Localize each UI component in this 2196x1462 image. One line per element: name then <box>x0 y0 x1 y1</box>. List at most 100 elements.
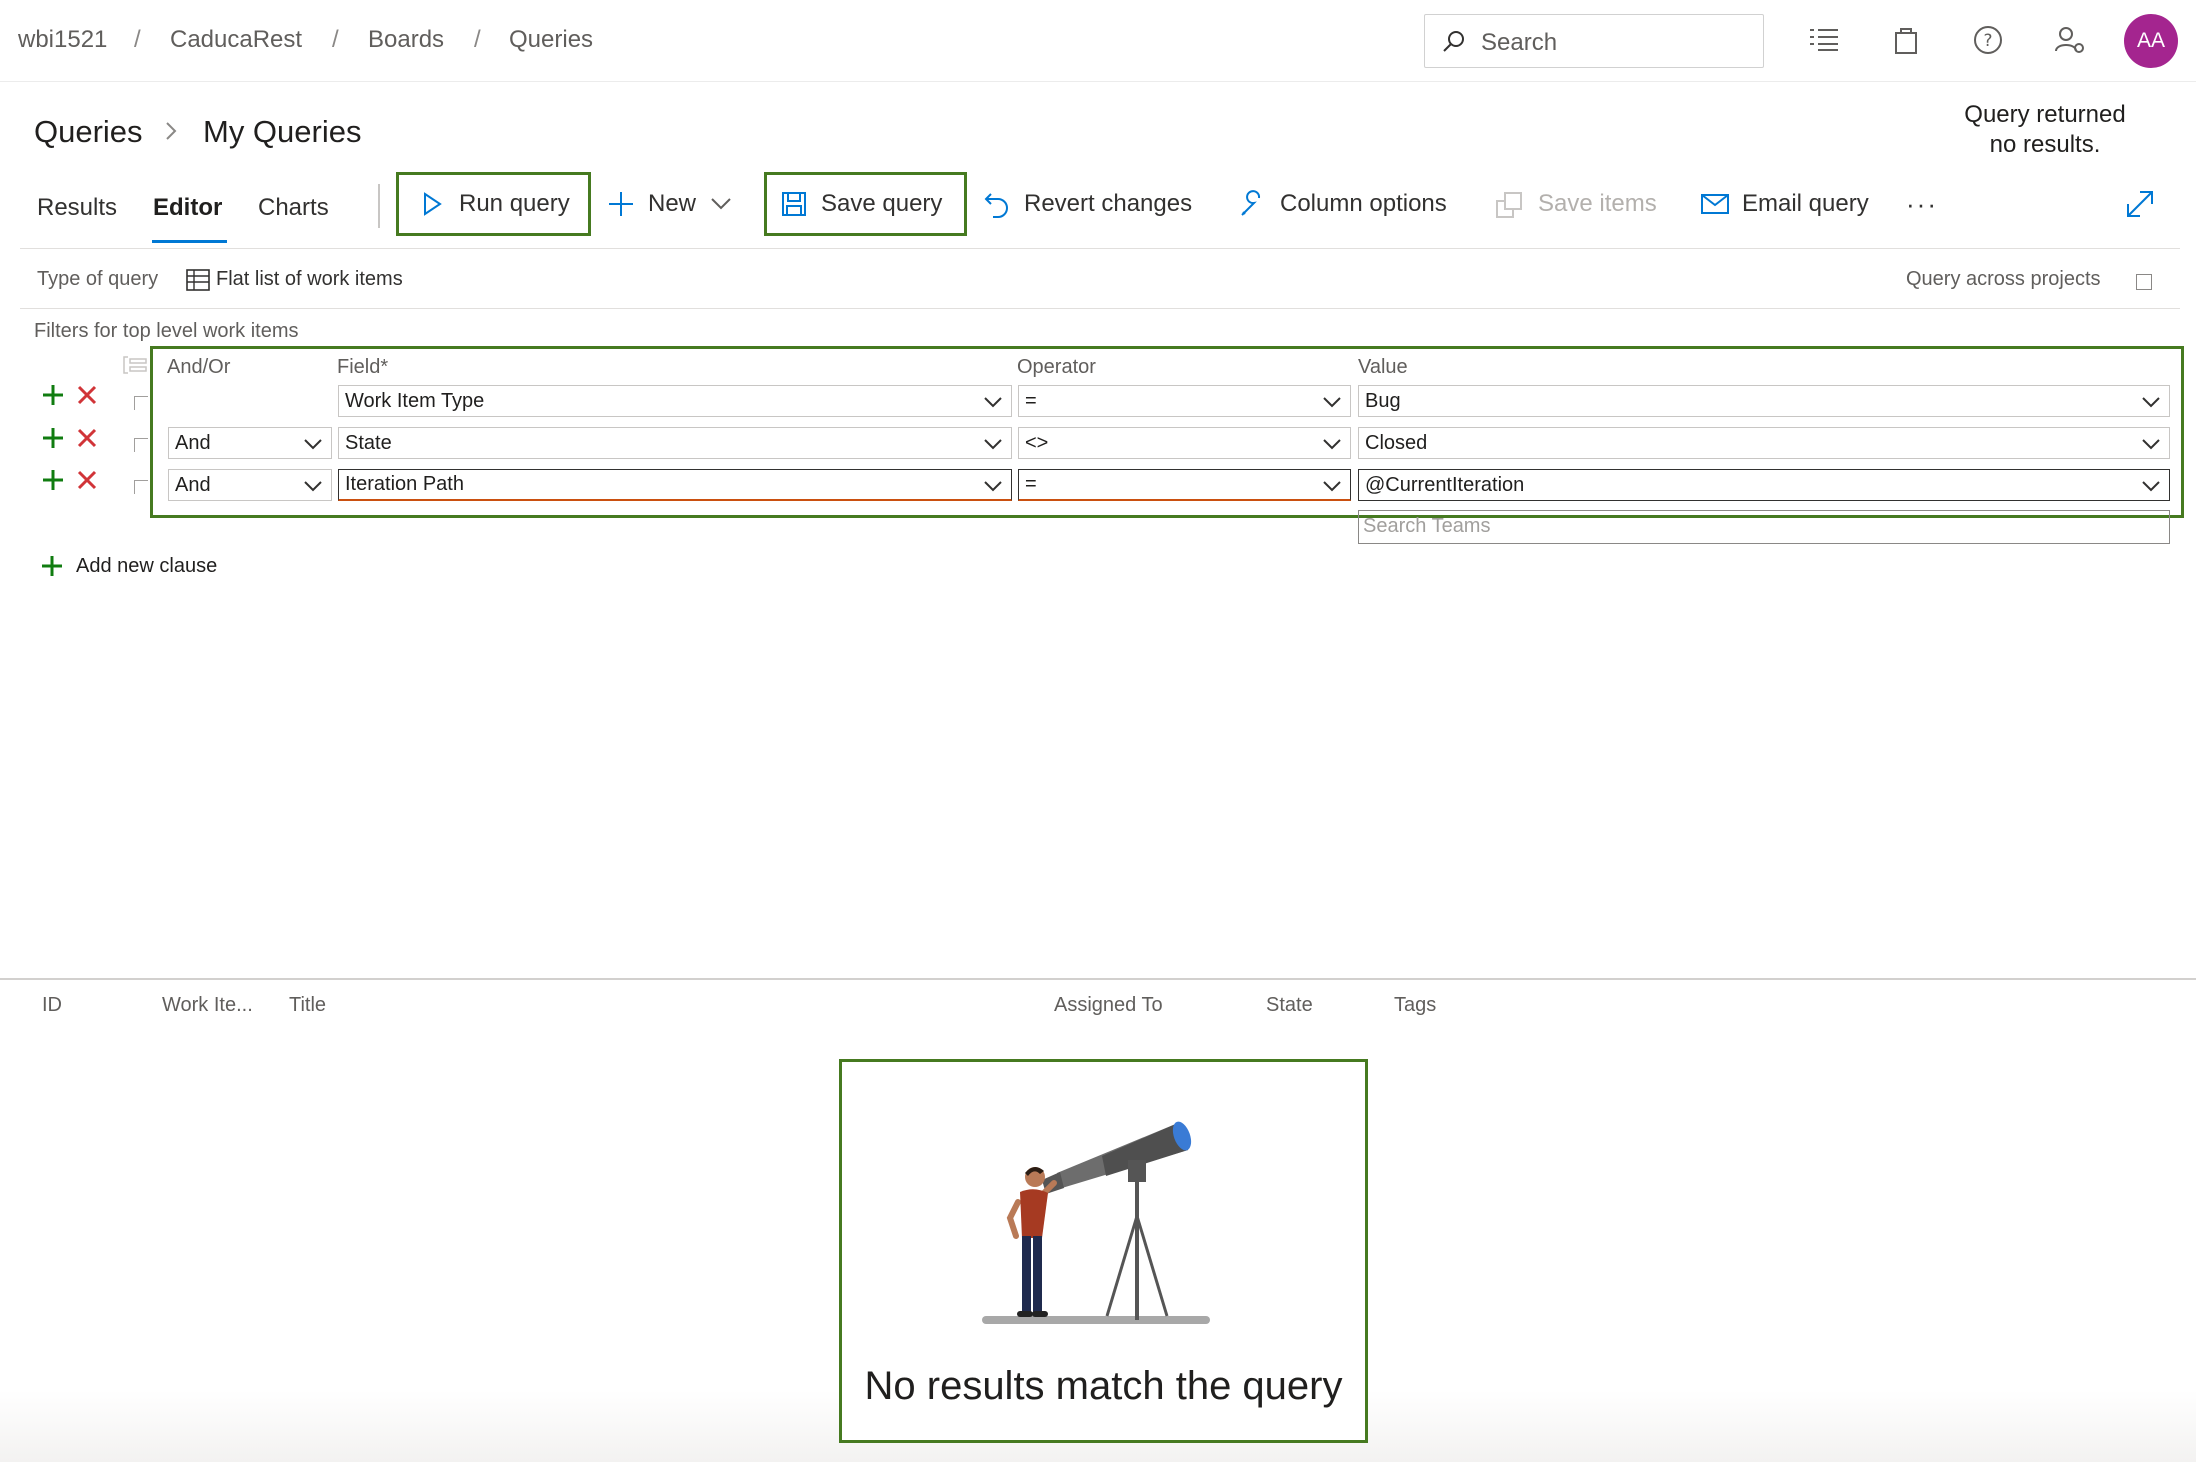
add-clause-plus-icon[interactable] <box>38 423 68 453</box>
svg-text:?: ? <box>1983 31 1992 51</box>
field-dropdown[interactable]: Work Item Type <box>338 385 1012 417</box>
operator-dropdown[interactable]: = <box>1018 385 1351 417</box>
run-query-label: Run query <box>459 190 570 217</box>
column-options-label: Column options <box>1280 190 1447 217</box>
value-text: Bug <box>1365 389 1401 412</box>
value-dropdown[interactable]: @CurrentIteration <box>1358 469 2170 501</box>
query-type-selector[interactable]: Flat list of work items <box>216 268 403 291</box>
plus-icon <box>604 187 638 221</box>
editor-results-splitter[interactable] <box>0 978 2196 980</box>
clause-select-checkbox[interactable] <box>134 396 148 410</box>
chevron-down-icon <box>984 397 1002 408</box>
queries-breadcrumb-root[interactable]: Queries <box>34 114 143 150</box>
breadcrumb-queries[interactable]: Queries <box>509 26 593 54</box>
breadcrumb-separator: / <box>332 26 339 53</box>
active-tab-indicator <box>152 240 227 243</box>
email-query-label: Email query <box>1742 190 1869 217</box>
search-teams-input[interactable]: Search Teams <box>1358 510 2170 544</box>
save-items-icon <box>1494 187 1528 221</box>
value-dropdown[interactable]: Bug <box>1358 385 2170 417</box>
breadcrumb-org[interactable]: wbi1521 <box>18 26 107 54</box>
remove-clause-x-icon[interactable] <box>72 380 102 410</box>
user-settings-icon[interactable] <box>2050 20 2090 60</box>
results-column-work-item-type[interactable]: Work Ite... <box>162 994 253 1017</box>
clause-select-checkbox[interactable] <box>134 438 148 452</box>
column-header-operator: Operator <box>1017 356 1096 378</box>
group-clauses-icon[interactable] <box>120 354 148 376</box>
avatar[interactable]: AA <box>2124 14 2178 68</box>
marketplace-bag-icon[interactable] <box>1886 20 1926 60</box>
type-row-border <box>20 308 2180 309</box>
clause-select-checkbox[interactable] <box>134 480 148 494</box>
operator-value: = <box>1025 389 1037 412</box>
wrench-icon <box>1236 187 1270 221</box>
add-new-clause-label: Add new clause <box>76 554 218 577</box>
tab-charts[interactable]: Charts <box>258 194 329 222</box>
value-text: Closed <box>1365 431 1428 454</box>
breadcrumb-boards[interactable]: Boards <box>368 26 444 54</box>
query-across-projects-checkbox[interactable] <box>2136 274 2152 290</box>
search-icon <box>1443 31 1464 52</box>
value-dropdown[interactable]: Closed <box>1358 427 2170 459</box>
operator-dropdown[interactable]: = <box>1018 469 1351 501</box>
mail-icon <box>1698 187 1732 221</box>
chevron-down-icon <box>1323 397 1341 408</box>
results-column-state[interactable]: State <box>1266 994 1313 1017</box>
play-icon <box>415 187 449 221</box>
remove-clause-x-icon[interactable] <box>72 423 102 453</box>
results-column-assigned-to[interactable]: Assigned To <box>1054 994 1163 1017</box>
and-or-value: And <box>175 431 211 454</box>
breadcrumb-separator: / <box>134 26 141 53</box>
expand-fullscreen-icon[interactable] <box>2124 188 2156 220</box>
add-clause-plus-icon[interactable] <box>38 380 68 410</box>
save-items-button[interactable]: Save items <box>1494 172 1657 236</box>
column-header-value: Value <box>1358 356 1408 378</box>
telescope-illustration-icon <box>982 1121 1210 1324</box>
plus-icon <box>42 556 62 576</box>
add-new-clause-button[interactable]: Add new clause <box>40 554 217 578</box>
column-header-and-or: And/Or <box>167 356 231 378</box>
run-query-button[interactable]: Run query <box>396 172 591 236</box>
search-input[interactable]: Search <box>1424 14 1764 68</box>
and-or-dropdown[interactable]: And <box>168 427 332 459</box>
field-dropdown[interactable]: Iteration Path <box>338 469 1012 501</box>
work-items-list-icon[interactable] <box>1804 20 1844 60</box>
chevron-down-icon <box>984 439 1002 450</box>
empty-results-message: No results match the query <box>864 1364 1343 1408</box>
results-column-tags[interactable]: Tags <box>1394 994 1436 1017</box>
help-icon[interactable]: ? <box>1968 20 2008 60</box>
revert-changes-button[interactable]: Revert changes <box>980 172 1192 236</box>
operator-dropdown[interactable]: <> <box>1018 427 1351 459</box>
more-actions-button[interactable]: ··· <box>1906 172 1938 236</box>
and-or-value: And <box>175 473 211 496</box>
tab-results[interactable]: Results <box>37 194 117 222</box>
operator-value: <> <box>1025 431 1049 454</box>
results-column-title[interactable]: Title <box>289 994 326 1017</box>
and-or-dropdown[interactable]: And <box>168 469 332 501</box>
query-status-message: Query returned no results. <box>1964 101 2126 158</box>
column-options-button[interactable]: Column options <box>1236 172 1447 236</box>
chevron-down-icon <box>984 481 1002 492</box>
field-dropdown[interactable]: State <box>338 427 1012 459</box>
save-items-label: Save items <box>1538 190 1657 217</box>
operator-value: = <box>1025 473 1037 495</box>
avatar-initials: AA <box>2136 29 2165 52</box>
field-value: Iteration Path <box>345 473 464 495</box>
filters-section-label: Filters for top level work items <box>34 320 299 342</box>
field-value: Work Item Type <box>345 389 485 412</box>
save-query-button[interactable]: Save query <box>764 172 967 236</box>
page-title: My Queries <box>203 114 362 149</box>
chevron-down-icon <box>711 198 731 210</box>
chevron-down-icon <box>2142 439 2160 450</box>
new-button[interactable]: New <box>604 172 732 236</box>
tab-editor[interactable]: Editor <box>153 194 222 222</box>
breadcrumb-project[interactable]: CaducaRest <box>170 26 302 54</box>
field-value: State <box>345 431 392 454</box>
add-clause-plus-icon[interactable] <box>38 465 68 495</box>
column-header-field: Field* <box>337 356 389 378</box>
email-query-button[interactable]: Email query <box>1698 172 1869 236</box>
value-text: @CurrentIteration <box>1365 473 1525 496</box>
chevron-right-icon <box>166 122 177 140</box>
remove-clause-x-icon[interactable] <box>72 465 102 495</box>
results-column-id[interactable]: ID <box>42 994 62 1017</box>
